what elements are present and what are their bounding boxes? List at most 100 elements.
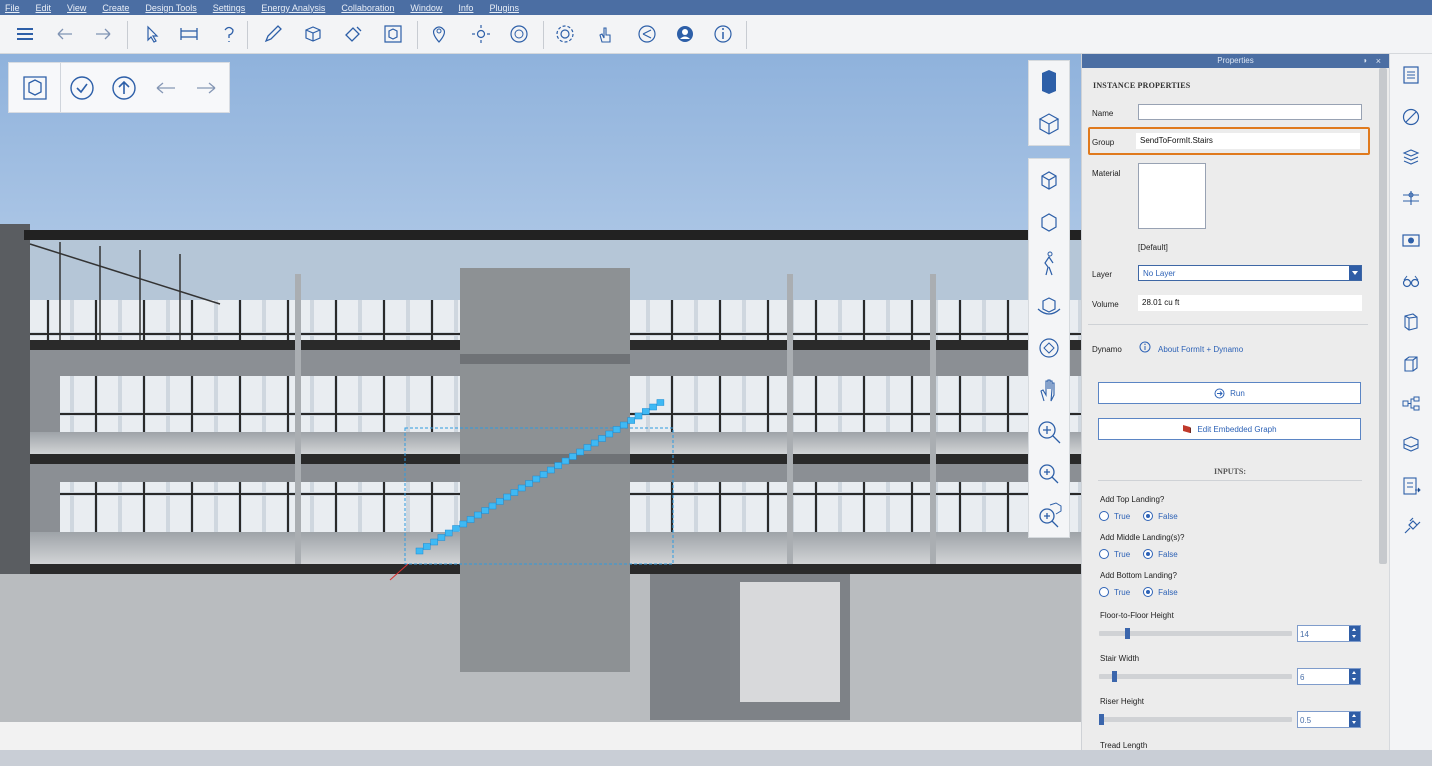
zoom-window-icon[interactable] [1029, 453, 1069, 495]
orbit-tool-icon[interactable] [1029, 285, 1069, 327]
group-field[interactable]: SendToFormIt.Stairs [1136, 133, 1360, 149]
3d-viewport[interactable] [0, 54, 1081, 722]
plugin-manager-icon[interactable] [1401, 517, 1421, 537]
menu-item-view[interactable]: View [67, 3, 86, 13]
redo-arrow-icon[interactable] [193, 75, 219, 101]
stepper-arrows-icon[interactable] [1349, 669, 1360, 684]
radio-group: True False [1099, 511, 1178, 521]
stair-tread [437, 534, 446, 541]
draw-pencil-icon[interactable] [262, 23, 284, 45]
menu-item-energy-analysis[interactable]: Energy Analysis [261, 3, 325, 13]
stair-tread [634, 412, 643, 420]
dimension-icon[interactable] [178, 23, 200, 45]
stair-tread [569, 453, 577, 460]
run-button[interactable]: Run [1098, 382, 1361, 404]
slider-track[interactable] [1099, 671, 1292, 682]
chevron-down-icon[interactable] [1349, 266, 1361, 280]
numeric-stepper[interactable]: 6 [1297, 668, 1361, 685]
menu-item-info[interactable]: Info [458, 3, 473, 13]
redo-icon[interactable] [92, 23, 114, 45]
info-icon[interactable] [712, 23, 734, 45]
stair-tread [554, 462, 562, 469]
radio-false[interactable] [1143, 587, 1154, 597]
visual-style-icon[interactable] [1401, 271, 1421, 291]
orbit-view-icon[interactable] [1029, 159, 1069, 201]
slider-thumb[interactable] [1112, 671, 1117, 682]
components-icon[interactable] [1401, 354, 1421, 374]
sun-icon[interactable] [470, 23, 492, 45]
layer-select[interactable]: No Layer [1138, 265, 1362, 281]
groups-tree-icon[interactable] [1401, 394, 1421, 414]
create-solid-icon[interactable] [302, 23, 324, 45]
dynamo-label: Dynamo [1092, 345, 1122, 354]
numeric-stepper[interactable]: 0.5 [1297, 711, 1361, 728]
radio-true[interactable] [1099, 549, 1109, 559]
about-dynamo-link[interactable]: About FormIt + Dynamo [1158, 345, 1243, 354]
stair-tread [430, 538, 438, 546]
radio-false[interactable] [1143, 511, 1154, 521]
zoom-icon[interactable] [1029, 411, 1069, 453]
menu-item-collaboration[interactable]: Collaboration [341, 3, 394, 13]
pin-icon[interactable]: ◑ [1362, 54, 1367, 68]
up-level-icon[interactable] [111, 75, 137, 101]
slider-thumb[interactable] [1125, 628, 1130, 639]
properties-panel-icon[interactable] [1401, 65, 1421, 85]
levels-icon[interactable] [1401, 188, 1421, 208]
radio-true[interactable] [1099, 511, 1109, 521]
close-icon[interactable]: × [1376, 54, 1381, 68]
share-icon[interactable] [636, 23, 658, 45]
radio-false[interactable] [1143, 549, 1154, 559]
group-icon[interactable] [382, 23, 404, 45]
measure-icon[interactable] [508, 23, 530, 45]
layers-icon[interactable] [1401, 147, 1421, 167]
walk-icon[interactable] [1029, 243, 1069, 285]
menu-item-edit[interactable]: Edit [36, 3, 52, 13]
edit-embedded-graph-button[interactable]: Edit Embedded Graph [1098, 418, 1361, 440]
export-list-icon[interactable] [1401, 476, 1421, 496]
menu-item-create[interactable]: Create [102, 3, 129, 13]
undo-icon[interactable] [54, 23, 76, 45]
undo-arrow-icon[interactable] [153, 75, 179, 101]
material-swatch[interactable] [1138, 163, 1206, 229]
content-library-icon[interactable] [1401, 312, 1421, 332]
paint-icon[interactable] [342, 23, 364, 45]
look-around-icon[interactable] [1029, 327, 1069, 369]
numeric-stepper[interactable]: 14 [1297, 625, 1361, 642]
view-cube-icon[interactable] [1029, 61, 1069, 103]
radio-true[interactable] [1099, 587, 1109, 597]
menu-item-file[interactable]: File [5, 3, 20, 13]
confirm-check-icon[interactable] [69, 75, 95, 101]
layers-menu-icon[interactable] [14, 23, 36, 45]
zoom-extents-icon[interactable] [1029, 201, 1069, 243]
materials-icon[interactable] [1401, 107, 1421, 127]
mesh-icon[interactable] [1401, 434, 1421, 454]
stair-tread [620, 421, 628, 429]
menu-item-plugins[interactable]: Plugins [489, 3, 519, 13]
zoom-selected-icon[interactable] [1029, 495, 1069, 537]
stair-tread [642, 408, 650, 415]
edit-group-icon[interactable] [9, 63, 61, 112]
stair-tread [466, 516, 475, 523]
stepper-arrows-icon[interactable] [1349, 712, 1360, 727]
menu-item-window[interactable]: Window [410, 3, 442, 13]
home-view-icon[interactable] [1029, 103, 1069, 145]
location-icon[interactable] [428, 23, 450, 45]
pan-hand-icon[interactable] [1029, 369, 1069, 411]
slider-label: Floor-to-Floor Height [1100, 611, 1174, 620]
name-field[interactable] [1138, 104, 1362, 120]
slider-thumb[interactable] [1099, 714, 1104, 725]
account-icon[interactable] [674, 23, 696, 45]
gesture-icon[interactable] [594, 23, 616, 45]
help-tool-icon[interactable] [218, 23, 240, 45]
stepper-arrows-icon[interactable] [1349, 626, 1360, 641]
menu-item-settings[interactable]: Settings [213, 3, 246, 13]
menu-item-design-tools[interactable]: Design Tools [145, 3, 196, 13]
stair-tread [510, 489, 519, 496]
properties-scrollbar[interactable] [1379, 68, 1387, 564]
select-icon[interactable] [142, 23, 164, 45]
stair-tread [627, 417, 635, 424]
settings-gear-icon[interactable] [554, 23, 576, 45]
slider-track[interactable] [1099, 628, 1292, 639]
slider-track[interactable] [1099, 714, 1292, 725]
scenes-icon[interactable] [1401, 230, 1421, 250]
